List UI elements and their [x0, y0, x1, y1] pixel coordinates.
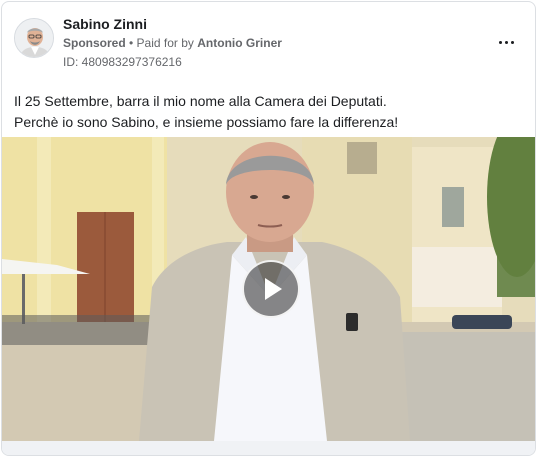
post-text-line-2: Perchè io sono Sabino, e insieme possiam… [14, 114, 399, 130]
video-thumbnail[interactable] [2, 137, 535, 441]
more-dot [510, 40, 514, 44]
more-dot [498, 40, 502, 44]
sponsored-line: Sponsored • Paid for by Antonio Griner [63, 36, 282, 50]
more-dot [504, 40, 508, 44]
paid-for-prefix: Paid for by [136, 36, 198, 50]
play-button[interactable] [242, 260, 300, 318]
post-text: Il 25 Settembre, barra il mio nome alla … [14, 91, 524, 133]
play-icon [265, 278, 282, 300]
ad-card: Sabino Zinni Sponsored • Paid for by Ant… [1, 1, 536, 456]
ad-id: ID: 480983297376216 [63, 55, 182, 69]
page-name[interactable]: Sabino Zinni [63, 16, 147, 32]
more-options-icon[interactable] [495, 32, 517, 52]
post-header: Sabino Zinni Sponsored • Paid for by Ant… [2, 2, 535, 82]
meta-separator: • [125, 36, 137, 50]
card-footer [2, 441, 535, 455]
payer-name: Antonio Griner [197, 36, 282, 50]
sponsored-label: Sponsored [63, 36, 126, 50]
avatar[interactable] [14, 18, 54, 58]
post-text-line-1: Il 25 Settembre, barra il mio nome alla … [14, 93, 387, 109]
